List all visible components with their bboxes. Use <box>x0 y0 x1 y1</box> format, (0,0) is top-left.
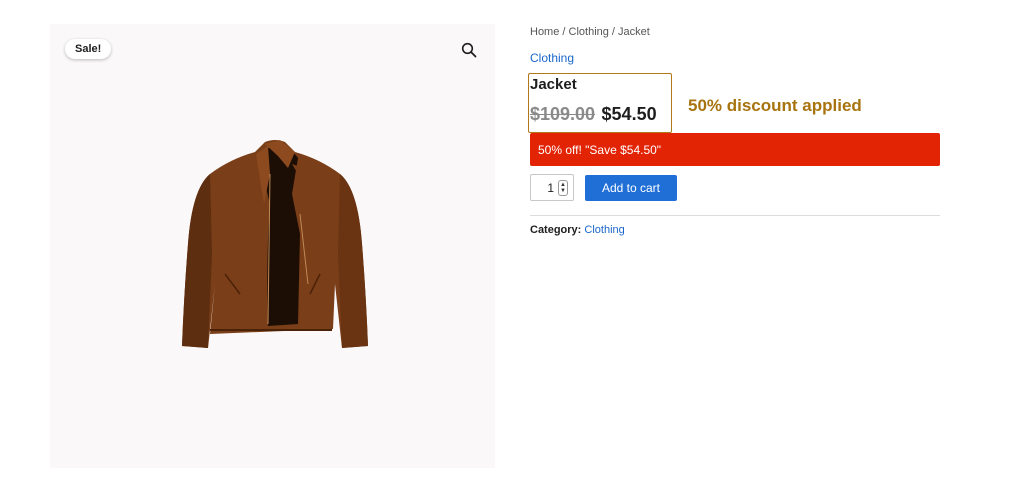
breadcrumb: Home / Clothing / Jacket <box>530 26 650 38</box>
product-title: Jacket <box>530 76 577 93</box>
price-row: $109.00 $54.50 <box>530 104 657 125</box>
add-to-cart-form: 1 ▲ ▼ Add to cart <box>530 174 677 201</box>
meta-label: Category: <box>530 224 582 236</box>
product-gallery: Sale! <box>50 24 495 468</box>
jacket-image[interactable] <box>170 134 380 356</box>
regular-price: $109.00 <box>530 104 596 124</box>
divider <box>530 215 940 216</box>
breadcrumb-clothing[interactable]: Clothing <box>569 26 609 38</box>
sale-banner: 50% off! "Save $54.50" <box>530 133 940 166</box>
breadcrumb-separator: / <box>608 26 619 38</box>
meta-category-link[interactable]: Clothing <box>584 224 624 236</box>
quantity-value: 1 <box>547 180 554 195</box>
spinner-arrows-icon[interactable]: ▲ ▼ <box>558 179 568 196</box>
category-link[interactable]: Clothing <box>530 51 574 65</box>
breadcrumb-separator: / <box>559 26 569 38</box>
sale-badge: Sale! <box>65 39 112 59</box>
quantity-stepper[interactable]: 1 ▲ ▼ <box>530 174 574 201</box>
breadcrumb-home[interactable]: Home <box>530 26 559 38</box>
zoom-icon[interactable] <box>457 38 481 62</box>
product-meta: Category: Clothing <box>530 224 625 236</box>
sale-price: $54.50 <box>601 104 657 124</box>
breadcrumb-current: Jacket <box>618 26 650 38</box>
add-to-cart-button[interactable]: Add to cart <box>585 174 677 201</box>
discount-note: 50% discount applied <box>688 96 862 115</box>
